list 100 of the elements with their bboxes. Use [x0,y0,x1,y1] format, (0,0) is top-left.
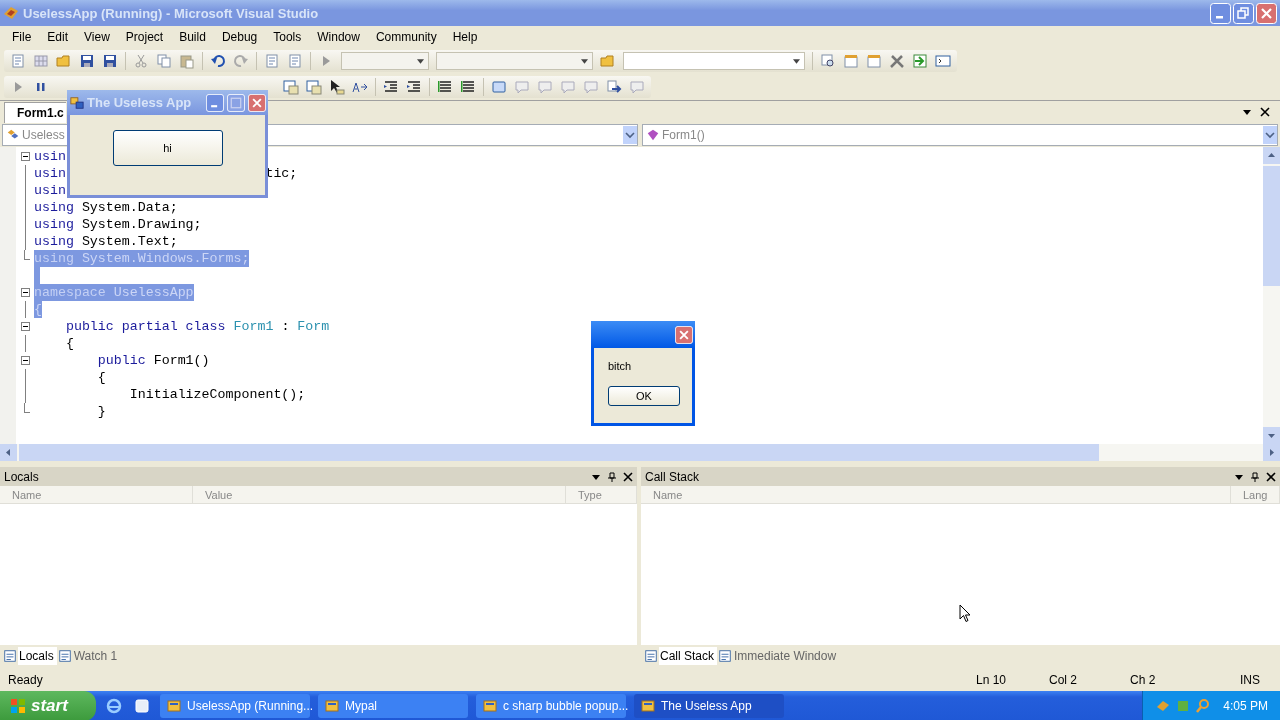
status-mode: INS [1240,673,1260,687]
scroll-right-button[interactable] [1263,444,1280,461]
windows-logo-icon [10,698,26,714]
taskbar-button[interactable]: UselessApp (Running... [187,699,314,713]
scroll-left-button[interactable] [0,444,17,461]
menu-item[interactable]: Project [117,30,172,44]
menu-item[interactable]: Debug [213,30,266,44]
cursor-icon[interactable] [329,79,345,95]
document-icon[interactable] [10,53,26,69]
lines-icon[interactable] [460,79,476,95]
document-tab[interactable]: Form1.c [4,102,66,123]
redo-icon[interactable] [233,53,249,69]
folder-icon[interactable] [56,53,72,69]
menu-item[interactable]: Build [171,30,214,44]
panel-tab[interactable]: Locals [18,647,57,665]
window-icon[interactable] [306,79,322,95]
method-icon [646,128,660,142]
dropdown-field[interactable] [436,52,593,70]
window-icon [482,698,498,714]
panel-tab[interactable]: Watch 1 [72,647,121,665]
scroll-down-button[interactable] [1263,427,1280,444]
menu-item[interactable]: Window [309,30,368,44]
taskbar-button[interactable]: c sharp bubble popup... [503,699,629,713]
close-button[interactable] [675,325,693,344]
caret-icon [581,58,588,64]
code-line: usin [34,148,66,165]
collapse-icon[interactable] [20,322,30,331]
taskbar-button[interactable]: Mypal [345,699,377,713]
window-icon [166,698,182,714]
save-icon[interactable] [79,53,95,69]
dropdown-field[interactable] [341,52,429,70]
collapse-icon[interactable] [20,356,30,365]
restore-button[interactable] [1233,2,1254,24]
window-icon [324,698,340,714]
close-icon[interactable] [1260,107,1270,117]
close-button[interactable] [1256,2,1277,24]
page-icon[interactable] [287,53,303,69]
folder-icon[interactable] [600,53,616,69]
minimize-button[interactable] [1210,2,1231,24]
dropdown-icon[interactable] [1242,107,1252,117]
app-icon [3,5,19,21]
copy-icon[interactable] [156,53,172,69]
browser-icon[interactable] [106,698,122,714]
panel-tab[interactable]: Immediate Window [733,647,840,665]
code-line: using System.Text; [34,233,178,250]
code-line: { [64,335,74,352]
window-icon[interactable] [134,698,150,714]
menu-item[interactable]: Community [367,30,445,44]
minimize-button[interactable] [206,93,224,112]
panel-title: Call Stack [645,469,700,484]
close-icon[interactable] [623,471,633,482]
window-icon[interactable] [935,53,951,69]
member-dropdown[interactable]: Form1() [662,128,705,142]
scissors-icon[interactable] [133,53,149,69]
page-icon[interactable] [866,53,882,69]
indent-icon[interactable] [406,79,422,95]
save-all-icon[interactable] [102,53,118,69]
code-line: using System.Drawing; [34,216,202,233]
pin-icon[interactable] [607,471,617,482]
menu-item[interactable]: Edit [39,30,77,44]
list-icon[interactable] [264,53,280,69]
message-text: bitch [608,360,632,372]
indent-icon[interactable] [383,79,399,95]
pin-icon[interactable] [1250,471,1260,482]
window-title: UselessApp (Running) - Microsoft Visual Studio [23,5,319,21]
hi-button[interactable]: hi [112,130,223,166]
code-line: InitializeComponent(); [128,386,306,403]
menu-item[interactable]: Help [444,30,486,44]
search-icon[interactable] [820,53,836,69]
rect-icon[interactable] [491,79,507,95]
menu-item[interactable]: File [4,30,40,44]
window-icon[interactable] [283,79,299,95]
type-dropdown[interactable]: Useless [22,128,65,142]
collapse-icon[interactable] [20,152,30,161]
paste-icon[interactable] [179,53,195,69]
arrow-icon[interactable] [606,79,622,95]
window-icon [718,649,733,663]
scroll-up-button[interactable] [1263,147,1280,164]
tools-icon[interactable] [889,53,905,69]
close-button[interactable] [248,93,266,112]
undo-icon[interactable] [210,53,226,69]
mouse-cursor-icon [959,604,971,623]
arrow-icon[interactable] [912,53,928,69]
panel-title: Locals [4,469,39,484]
grid-icon[interactable] [33,53,49,69]
lines-icon[interactable] [437,79,453,95]
menu-item[interactable]: View [76,30,118,44]
app-icon [70,95,84,110]
maximize-button[interactable] [227,93,245,112]
menu-item[interactable]: Tools [265,30,310,44]
code-line: usin [34,165,66,182]
caret-icon [793,58,800,64]
ok-button[interactable]: OK [608,386,680,406]
code-line: public partial class Form1 : Form [64,318,330,335]
panel-tab[interactable]: Call Stack [659,647,718,665]
search-field[interactable] [623,52,805,70]
close-icon[interactable] [1266,471,1276,482]
window-icon [640,698,656,714]
page-icon[interactable] [843,53,859,69]
collapse-icon[interactable] [20,288,30,297]
